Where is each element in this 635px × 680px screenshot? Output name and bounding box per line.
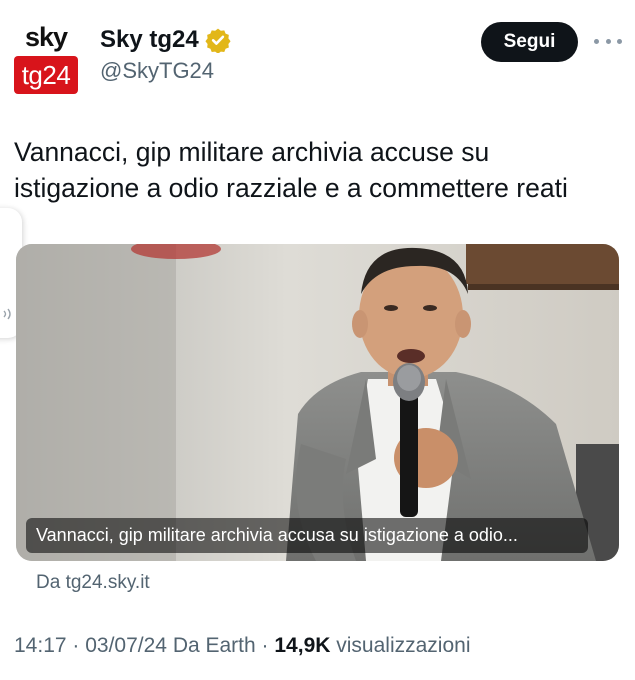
tweet-text: Vannacci, gip militare archivia accuse s…: [14, 137, 568, 203]
views-label: visualizzazioni: [330, 634, 471, 657]
more-dot: [617, 38, 622, 44]
account-handle[interactable]: @SkyTG24: [100, 58, 214, 84]
tweet-meta: 14:17 · 03/07/24 Da Earth · 14,9K visual…: [14, 634, 470, 658]
avatar-tg24-logo-text: tg24: [14, 56, 78, 94]
gold-verified-badge-icon: [205, 28, 231, 53]
more-dot: [605, 38, 611, 44]
avatar[interactable]: sky tg24: [14, 22, 78, 94]
man-speaking-into-microphone-photo: [16, 244, 619, 561]
meta-separator: ·: [66, 634, 86, 657]
follow-button[interactable]: Segui: [481, 22, 578, 62]
card-source-link[interactable]: Da tg24.sky.it: [36, 572, 150, 594]
tweet-client: Da Earth: [166, 634, 256, 657]
more-horizontal-icon[interactable]: [594, 34, 622, 48]
tweet-date[interactable]: 03/07/24: [85, 634, 167, 657]
avatar-sky-logo-text: sky: [24, 22, 68, 52]
card-caption[interactable]: Vannacci, gip militare archivia accusa s…: [26, 518, 588, 553]
sound-waves-icon: [3, 308, 11, 320]
display-name[interactable]: Sky tg24: [100, 26, 199, 54]
views-count[interactable]: 14,9K: [274, 634, 330, 657]
tweet-time[interactable]: 14:17: [14, 634, 67, 657]
more-dot: [594, 38, 599, 44]
account-name-row[interactable]: Sky tg24: [100, 26, 231, 54]
link-card-image[interactable]: [16, 244, 619, 561]
meta-separator: ·: [255, 634, 275, 657]
